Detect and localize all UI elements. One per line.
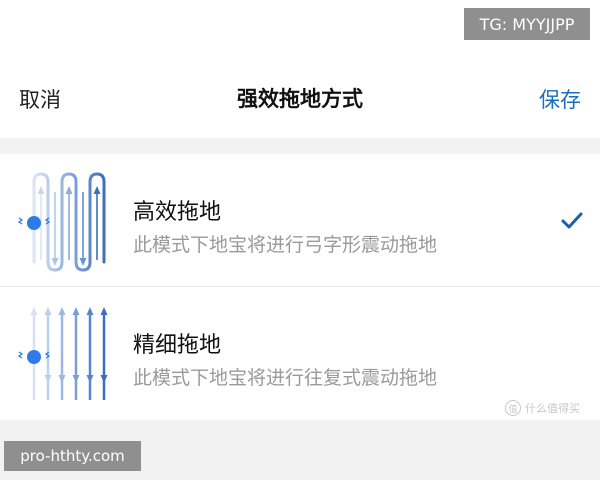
site-watermark-text: 什么值得买 bbox=[525, 402, 580, 415]
save-button[interactable]: 保存 bbox=[539, 84, 581, 114]
site-watermark: 值 什么值得买 bbox=[505, 400, 580, 416]
section-spacer bbox=[0, 138, 600, 154]
option-description: 此模式下地宝将进行往复式震动拖地 bbox=[133, 367, 438, 389]
zigzag-mop-path-icon bbox=[17, 172, 106, 272]
checkmark-icon bbox=[561, 212, 583, 229]
option-efficient-mop[interactable]: 高效拖地 此模式下地宝将进行弓字形震动拖地 bbox=[0, 154, 600, 286]
site-logo-icon: 值 bbox=[505, 400, 521, 416]
back-and-forth-mop-path-icon bbox=[17, 307, 108, 402]
watermark-top: TG: MYYJJPP bbox=[464, 8, 590, 40]
option-description: 此模式下地宝将进行弓字形震动拖地 bbox=[133, 234, 438, 256]
option-title: 精细拖地 bbox=[133, 333, 222, 358]
nav-header: 取消 强效拖地方式 保存 bbox=[0, 62, 600, 134]
option-title: 高效拖地 bbox=[133, 200, 222, 225]
page-title: 强效拖地方式 bbox=[237, 87, 363, 111]
watermark-bottom: pro-hthty.com bbox=[4, 441, 141, 471]
